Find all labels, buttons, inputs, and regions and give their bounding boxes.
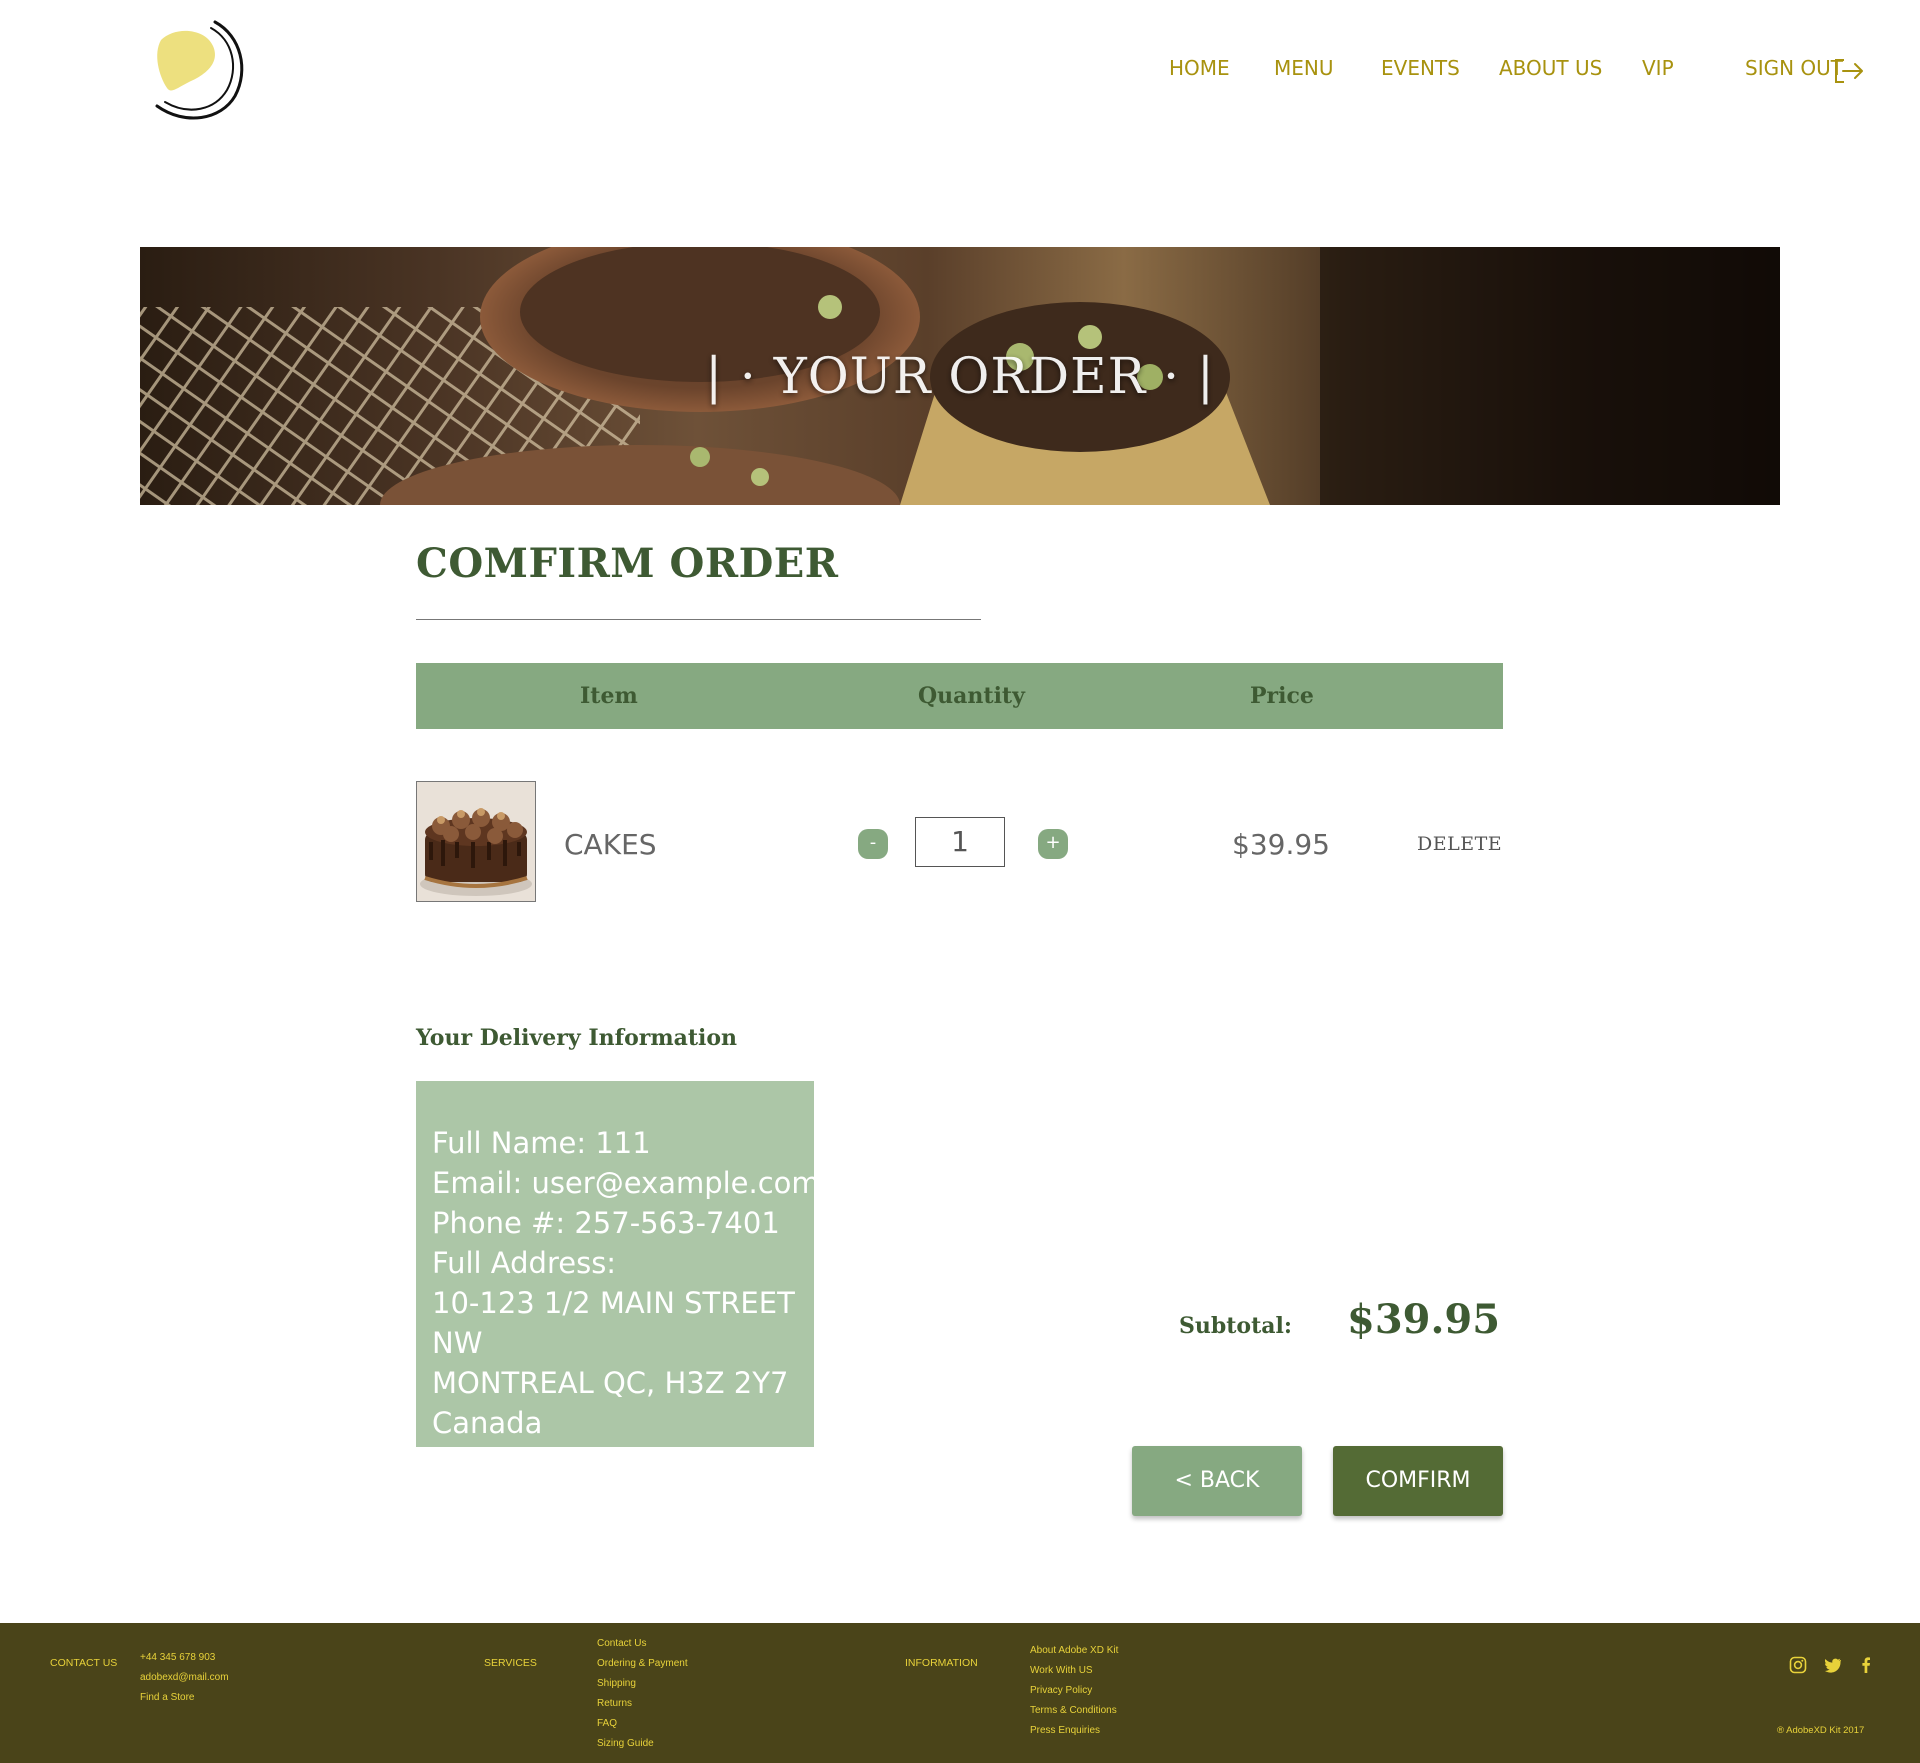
footer-copyright: ® AdobeXD Kit 2017 (1777, 1725, 1865, 1736)
delivery-info-box: Full Name: 111 Email: user@example.com P… (416, 1081, 820, 1447)
footer-link-work-with-us[interactable]: Work With US (1030, 1665, 1093, 1676)
delivery-name: Full Name: 111 (432, 1126, 651, 1160)
page-title: COMFIRM ORDER (416, 540, 839, 587)
footer-link-sizing-guide[interactable]: Sizing Guide (597, 1738, 654, 1749)
order-table-header: Item Quantity Price (416, 663, 1503, 729)
footer-contact-email[interactable]: adobexd@mail.com (140, 1672, 229, 1683)
footer-link-contact-us[interactable]: Contact Us (597, 1638, 646, 1649)
footer-link-faq[interactable]: FAQ (597, 1718, 617, 1729)
cake-image (416, 781, 536, 902)
main-nav: HOME MENU EVENTS ABOUT US VIP SIGN OUT (0, 56, 1920, 88)
increase-quantity-button[interactable]: + (1038, 829, 1068, 859)
nav-sign-out[interactable]: SIGN OUT (1745, 56, 1843, 80)
footer-link-shipping[interactable]: Shipping (597, 1678, 636, 1689)
hero-banner: | · YOUR ORDER · | (140, 247, 1780, 505)
confirm-button[interactable]: COMFIRM (1333, 1446, 1503, 1516)
footer-link-ordering-payment[interactable]: Ordering & Payment (597, 1658, 688, 1669)
footer-information-heading: INFORMATION (905, 1657, 978, 1669)
delivery-phone: Phone #: 257-563-7401 (432, 1206, 780, 1240)
footer-link-press-enquiries[interactable]: Press Enquiries (1030, 1725, 1100, 1736)
footer-services-heading: SERVICES (484, 1657, 537, 1669)
nav-events[interactable]: EVENTS (1381, 56, 1460, 80)
footer-link-about-kit[interactable]: About Adobe XD Kit (1030, 1645, 1118, 1656)
footer-find-store[interactable]: Find a Store (140, 1692, 194, 1703)
delete-item-button[interactable]: DELETE (1417, 833, 1502, 855)
nav-home[interactable]: HOME (1169, 56, 1230, 80)
nav-menu[interactable]: MENU (1274, 56, 1334, 80)
subtotal-label: Subtotal: (1179, 1313, 1292, 1339)
delivery-title: Your Delivery Information (416, 1025, 738, 1051)
delivery-country: Canada (432, 1406, 543, 1440)
quantity-input[interactable]: 1 (915, 817, 1005, 867)
instagram-icon[interactable] (1789, 1656, 1807, 1674)
header-quantity: Quantity (918, 683, 1025, 709)
facebook-icon[interactable] (1857, 1656, 1875, 1674)
header-item: Item (580, 683, 638, 709)
delivery-address-line-2: NW (432, 1326, 483, 1360)
footer-contact-phone[interactable]: +44 345 678 903 (140, 1652, 215, 1663)
twitter-icon[interactable] (1824, 1656, 1842, 1674)
item-name: CAKES (564, 828, 657, 861)
footer-contact-heading: CONTACT US (50, 1657, 118, 1669)
header-price: Price (1250, 683, 1314, 709)
subtotal-value: $39.95 (1347, 1296, 1501, 1343)
nav-vip[interactable]: VIP (1642, 56, 1674, 80)
footer (0, 1623, 1920, 1763)
hero-title: | · YOUR ORDER · | (705, 347, 1215, 405)
back-button[interactable]: < BACK (1132, 1446, 1302, 1516)
delivery-address-line-1: 10-123 1/2 MAIN STREET (432, 1286, 795, 1320)
title-divider (416, 619, 981, 620)
delivery-city: MONTREAL QC, H3Z 2Y7 (432, 1366, 789, 1400)
sign-out-icon[interactable] (1834, 58, 1864, 84)
footer-link-terms[interactable]: Terms & Conditions (1030, 1705, 1117, 1716)
delivery-email: Email: user@example.com (432, 1166, 820, 1200)
nav-about-us[interactable]: ABOUT US (1499, 56, 1602, 80)
footer-link-returns[interactable]: Returns (597, 1698, 632, 1709)
item-price: $39.95 (1232, 828, 1330, 861)
footer-link-privacy-policy[interactable]: Privacy Policy (1030, 1685, 1092, 1696)
delivery-address-label: Full Address: (432, 1246, 617, 1280)
decrease-quantity-button[interactable]: - (858, 829, 888, 859)
